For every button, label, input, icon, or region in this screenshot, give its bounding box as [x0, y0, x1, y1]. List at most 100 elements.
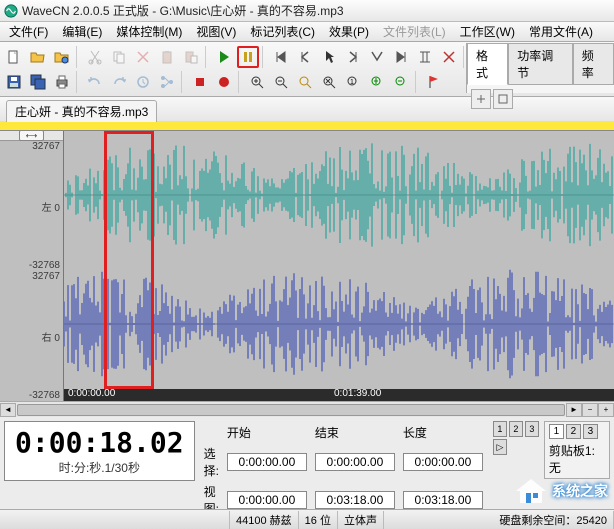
- play-button[interactable]: [213, 46, 235, 68]
- stop-button[interactable]: [189, 71, 211, 93]
- sel-tool-button[interactable]: [366, 46, 388, 68]
- cut-button[interactable]: [84, 46, 106, 68]
- scroll-right-button[interactable]: ►: [566, 403, 582, 417]
- menu-view[interactable]: 视图(V): [189, 23, 243, 40]
- mark-toggle-button[interactable]: [414, 46, 436, 68]
- menu-edit[interactable]: 编辑(E): [55, 23, 109, 40]
- menu-file[interactable]: 文件(F): [2, 23, 55, 40]
- new-file-button[interactable]: [3, 46, 25, 68]
- sel-len-input[interactable]: [403, 453, 483, 471]
- menu-marks[interactable]: 标记列表(C): [243, 23, 322, 40]
- clipboard-title: 剪贴板1: 无: [549, 442, 605, 476]
- sel-start-input[interactable]: [227, 453, 307, 471]
- svg-text:1: 1: [350, 79, 354, 86]
- zoom-fit-button[interactable]: [318, 71, 340, 93]
- amp-max-L: 32767: [32, 141, 60, 152]
- cursor-button[interactable]: [318, 46, 340, 68]
- pause-button[interactable]: [237, 46, 259, 68]
- skip-end-button[interactable]: [390, 46, 412, 68]
- timeaxis-start: 0:00:00.00: [68, 388, 115, 399]
- hdr-start: 开始: [224, 423, 310, 442]
- play-range-button[interactable]: ▷: [493, 439, 507, 455]
- view-start-input[interactable]: [227, 491, 307, 509]
- tree-button[interactable]: [156, 71, 178, 93]
- record-button[interactable]: [213, 71, 235, 93]
- zoom-out-button[interactable]: [270, 71, 292, 93]
- flag-button[interactable]: [423, 71, 445, 93]
- skip-start-button[interactable]: [270, 46, 292, 68]
- window-title: WaveCN 2.0.0.5 正式版 - G:\Music\庄心妍 - 真的不容…: [22, 2, 344, 19]
- clip-tab-3[interactable]: 3: [583, 424, 598, 439]
- redo-button[interactable]: [108, 71, 130, 93]
- zoom-1-button[interactable]: 1: [342, 71, 364, 93]
- range-table: 开始 结束 长度 选择: 视图:: [199, 421, 488, 520]
- h-scrollbar[interactable]: ◄ ► − +: [0, 401, 614, 417]
- scroll-left-button[interactable]: ◄: [0, 403, 16, 417]
- menu-recents[interactable]: 常用文件(A): [522, 23, 600, 40]
- ruler-bar[interactable]: [0, 121, 614, 131]
- time-display: 0:00:18.02 时:分:秒.1/30秒: [4, 421, 195, 481]
- scroll-minus-button[interactable]: −: [582, 403, 598, 417]
- next-mark-button[interactable]: [342, 46, 364, 68]
- menu-media[interactable]: 媒体控制(M): [109, 23, 189, 40]
- paste-new-button[interactable]: [180, 46, 202, 68]
- save-button[interactable]: [3, 71, 25, 93]
- scroll-thumb[interactable]: [17, 404, 565, 416]
- rpanel-ctl2-button[interactable]: [493, 89, 513, 109]
- zoom-v-in-button[interactable]: [366, 71, 388, 93]
- clip-tab-2[interactable]: 2: [566, 424, 581, 439]
- range-btn-2[interactable]: 2: [509, 421, 523, 437]
- history-button[interactable]: [132, 71, 154, 93]
- undo-button[interactable]: [84, 71, 106, 93]
- status-stereo: 立体声: [338, 511, 384, 529]
- status-rate: 44100 赫兹: [230, 511, 299, 529]
- zoom-v-out-button[interactable]: [390, 71, 412, 93]
- clip-tab-1[interactable]: 1: [549, 424, 564, 439]
- paste-button[interactable]: [156, 46, 178, 68]
- prev-mark-button[interactable]: [294, 46, 316, 68]
- timeaxis-mid: 0:01:39.00: [334, 388, 381, 399]
- amp-zero-R: 右 0: [42, 329, 60, 344]
- view-end-input[interactable]: [315, 491, 395, 509]
- sel-end-input[interactable]: [315, 453, 395, 471]
- gutter-toggle[interactable]: ⟷: [19, 130, 44, 141]
- waveform-gutter: ⟷ 32767 左 0 -32768 32767 右 0 -32768: [0, 131, 64, 401]
- zoom-in-button[interactable]: [246, 71, 268, 93]
- rpanel-tab-freq[interactable]: 频率: [573, 43, 614, 85]
- app-logo-icon: [4, 4, 18, 18]
- waveform-area: ⟷ 32767 左 0 -32768 32767 右 0 -32768 0:00…: [0, 131, 614, 401]
- zoom-sel-button[interactable]: [294, 71, 316, 93]
- range-btn-1[interactable]: 1: [493, 421, 507, 437]
- status-disk: 硬盘剩余空间：25420: [384, 511, 614, 529]
- rpanel-tab-format[interactable]: 格式: [467, 43, 508, 85]
- menu-workspace[interactable]: 工作区(W): [453, 23, 522, 40]
- save-all-button[interactable]: [27, 71, 49, 93]
- bottom-panel: 0:00:18.02 时:分:秒.1/30秒 开始 结束 长度 选择: 视图:: [0, 417, 614, 524]
- scroll-plus-button[interactable]: +: [598, 403, 614, 417]
- rpanel-tab-power[interactable]: 功率调节: [508, 43, 573, 85]
- right-panel: 格式 功率调节 频率: [466, 43, 614, 93]
- range-btn-3[interactable]: 3: [525, 421, 539, 437]
- title-bar: WaveCN 2.0.0.5 正式版 - G:\Music\庄心妍 - 真的不容…: [0, 0, 614, 22]
- menu-effects[interactable]: 效果(P): [322, 23, 376, 40]
- file-tab[interactable]: 庄心妍 - 真的不容易.mp3: [6, 100, 157, 122]
- status-spacer: [0, 511, 230, 529]
- waveform-canvas[interactable]: 0:00:00.00 0:01:39.00: [64, 131, 614, 401]
- watermark-text: 系统之家: [552, 481, 608, 501]
- print-button[interactable]: [51, 71, 73, 93]
- watermark: 系统之家: [514, 477, 608, 505]
- status-bar: 44100 赫兹 16 位 立体声 硬盘剩余空间：25420: [0, 509, 614, 529]
- time-label: 时:分:秒.1/30秒: [15, 459, 184, 476]
- amp-min-L: -32768: [29, 260, 60, 271]
- copy-button[interactable]: [108, 46, 130, 68]
- mark-clear-button[interactable]: [438, 46, 460, 68]
- cut-alt-button[interactable]: [132, 46, 154, 68]
- rpanel-ctl-button[interactable]: [471, 89, 491, 109]
- view-len-input[interactable]: [403, 491, 483, 509]
- amp-zero-L: 左 0: [42, 199, 60, 214]
- menu-filelist[interactable]: 文件列表(L): [376, 23, 453, 40]
- open-folder-button[interactable]: [51, 46, 73, 68]
- amp-min-R: -32768: [29, 390, 60, 401]
- open-file-button[interactable]: [27, 46, 49, 68]
- lbl-sel: 选择:: [201, 444, 222, 480]
